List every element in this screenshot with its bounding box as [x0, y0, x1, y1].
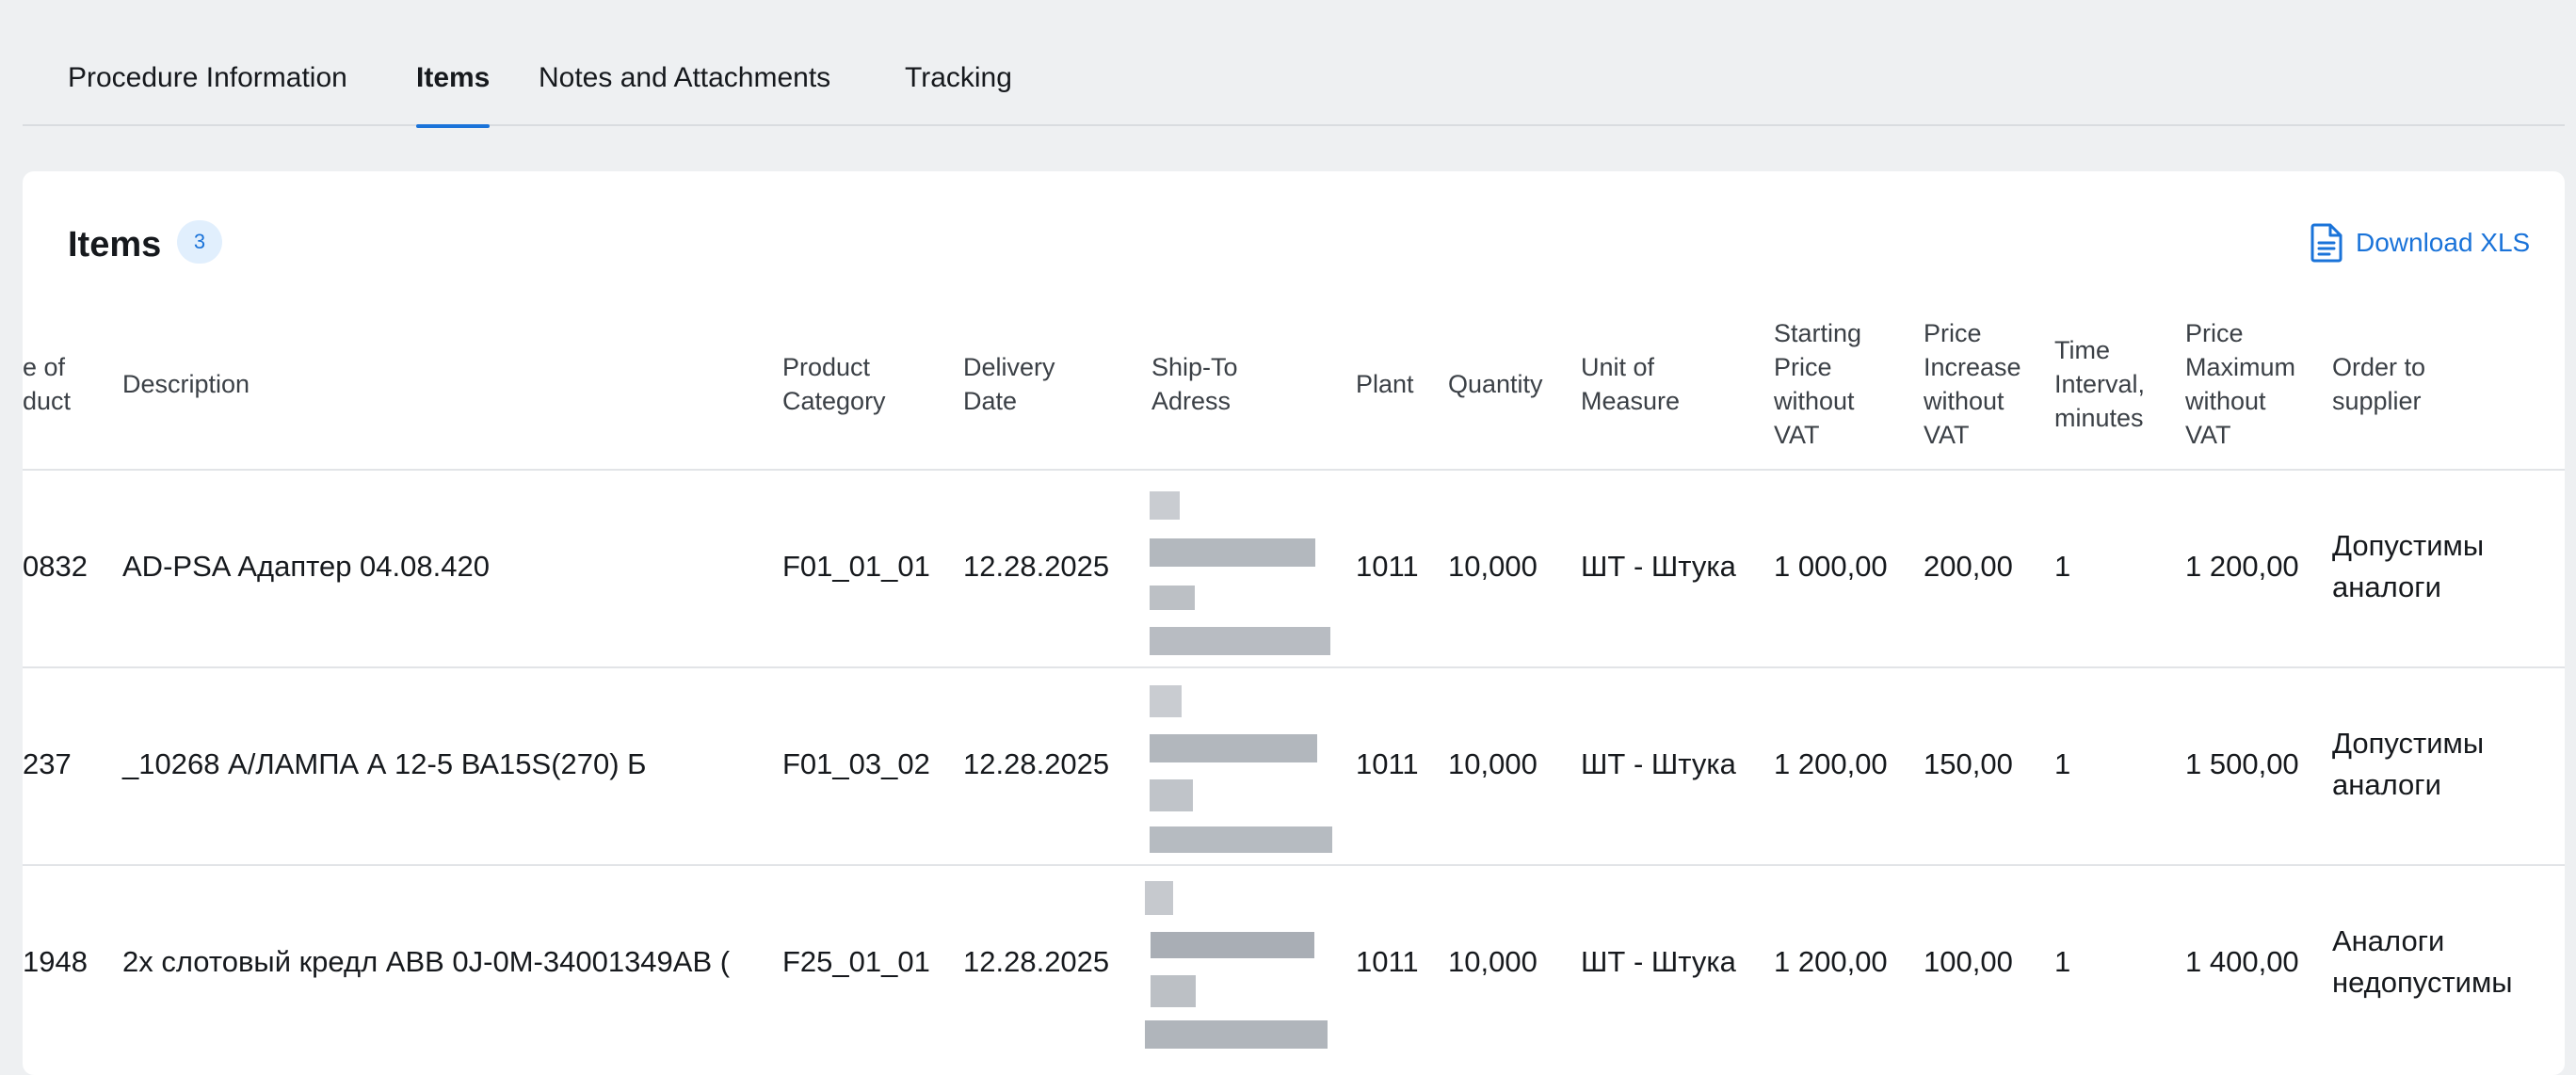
column-header-product-category[interactable]: Product Category: [782, 350, 886, 418]
cell-starting-price: 1 000,00: [1774, 550, 1888, 583]
column-header-unit-of-measure[interactable]: Unit of Measure: [1581, 350, 1680, 418]
cell-product-code: 0832: [23, 550, 88, 583]
download-xls-button[interactable]: Download XLS: [2310, 220, 2530, 265]
cell-delivery-date: 12.28.2025: [963, 747, 1110, 780]
cell-plant: 1011: [1356, 945, 1419, 978]
download-xls-label: Download XLS: [2356, 228, 2531, 257]
cell-plant: 1011: [1356, 747, 1419, 780]
column-header-ship-to-address[interactable]: Ship-To Adress: [1151, 350, 1238, 418]
table-row[interactable]: 1948 2х слотовый кредл ABB 0J-0M-3400134…: [23, 864, 2565, 1062]
table-row[interactable]: 237 _10268 А/ЛАМПА А 12-5 ВА15S(270) Б F…: [23, 666, 2565, 864]
cell-product-category: F01_01_01: [782, 550, 930, 583]
cell-starting-price: 1 200,00: [1774, 945, 1888, 978]
column-header-price-increase[interactable]: Price Increase without VAT: [1924, 316, 2021, 452]
cell-description: AD-PSA Адаптер 04.08.420: [122, 550, 490, 583]
cell-price-increase: 100,00: [1924, 945, 2013, 978]
cell-quantity: 10,000: [1448, 945, 1538, 978]
cell-unit-of-measure: ШТ - Штука: [1581, 945, 1736, 978]
cell-time-interval: 1: [2054, 747, 2071, 780]
cell-product-category: F25_01_01: [782, 945, 930, 978]
cell-price-maximum: 1 500,00: [2185, 747, 2299, 780]
blurred-ship-to-address: [1145, 881, 1329, 1051]
tab-items[interactable]: Items: [416, 0, 491, 128]
blurred-ship-to-address: [1150, 491, 1334, 657]
column-header-price-maximum[interactable]: Price Maximum without VAT: [2185, 316, 2295, 452]
cell-product-category: F01_03_02: [782, 747, 930, 780]
cell-delivery-date: 12.28.2025: [963, 550, 1110, 583]
blurred-ship-to-address: [1150, 685, 1334, 855]
cell-order-to-supplier: Допустимы аналоги: [2332, 529, 2485, 603]
cell-quantity: 10,000: [1448, 550, 1538, 583]
tab-tracking[interactable]: Tracking: [905, 0, 1012, 126]
column-header-description[interactable]: Description: [122, 367, 250, 401]
cell-description: 2х слотовый кредл ABB 0J-0M-34001349AB (: [122, 945, 731, 978]
cell-price-increase: 200,00: [1924, 550, 2013, 583]
cell-product-code: 1948: [23, 945, 88, 978]
cell-quantity: 10,000: [1448, 747, 1538, 780]
column-header-quantity[interactable]: Quantity: [1448, 367, 1543, 401]
cell-starting-price: 1 200,00: [1774, 747, 1888, 780]
cell-price-maximum: 1 400,00: [2185, 945, 2299, 978]
column-header-product-code[interactable]: e of duct: [23, 350, 71, 418]
tab-procedure-information[interactable]: Procedure Information: [68, 0, 347, 126]
tab-notes-and-attachments[interactable]: Notes and Attachments: [539, 0, 830, 126]
cell-description: _10268 А/ЛАМПА А 12-5 ВА15S(270) Б: [122, 747, 647, 780]
cell-price-maximum: 1 200,00: [2185, 550, 2299, 583]
column-header-order-to-supplier[interactable]: Order to supplier: [2332, 350, 2425, 418]
items-count-badge: 3: [177, 220, 222, 264]
table-row[interactable]: 0832 AD-PSA Адаптер 04.08.420 F01_01_01 …: [23, 469, 2565, 666]
cell-plant: 1011: [1356, 550, 1419, 583]
document-icon: [2310, 223, 2343, 263]
cell-time-interval: 1: [2054, 550, 2071, 583]
cell-price-increase: 150,00: [1924, 747, 2013, 780]
card-title: Items: [68, 225, 162, 265]
cell-unit-of-measure: ШТ - Штука: [1581, 747, 1736, 780]
cell-time-interval: 1: [2054, 945, 2071, 978]
cell-product-code: 237: [23, 747, 72, 780]
cell-unit-of-measure: ШТ - Штука: [1581, 550, 1736, 583]
cell-delivery-date: 12.28.2025: [963, 945, 1110, 978]
cell-order-to-supplier: Допустимы аналоги: [2332, 727, 2485, 801]
column-header-starting-price[interactable]: Starting Price without VAT: [1774, 316, 1861, 452]
column-header-time-interval[interactable]: Time Interval, minutes: [2054, 333, 2145, 435]
column-header-plant[interactable]: Plant: [1356, 367, 1414, 401]
column-header-delivery-date[interactable]: Delivery Date: [963, 350, 1055, 418]
tab-bar: Procedure Information Items Notes and At…: [23, 0, 2565, 128]
items-card: Items 3 Download XLS e of duct Descriptio…: [23, 171, 2565, 1075]
cell-order-to-supplier: Аналоги недопустимы: [2332, 924, 2513, 999]
